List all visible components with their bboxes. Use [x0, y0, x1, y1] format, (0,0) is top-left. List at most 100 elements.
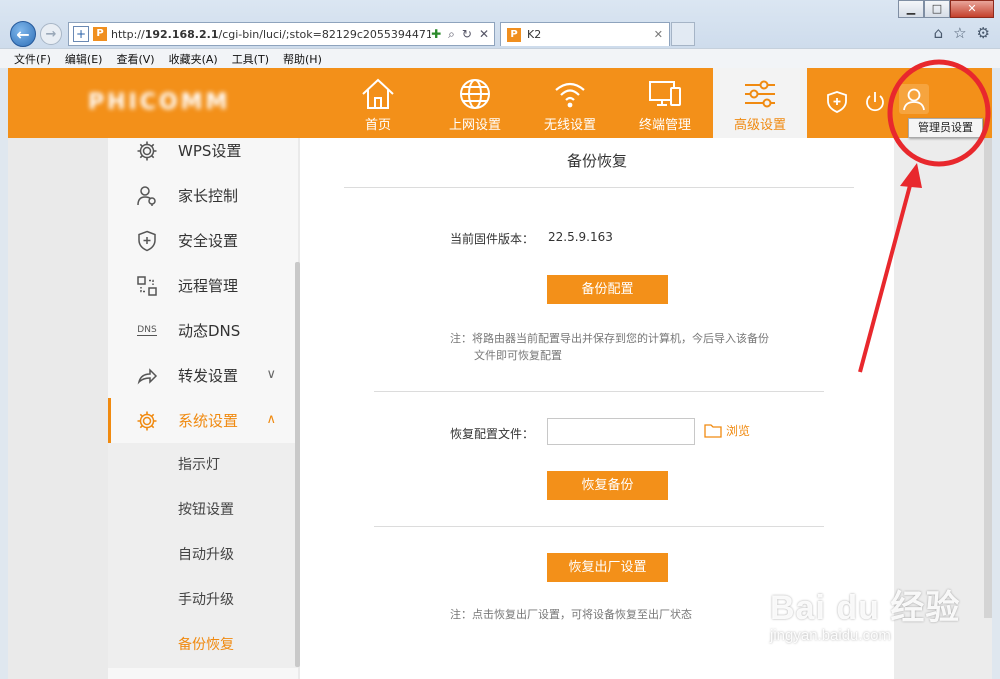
folder-icon: [704, 424, 722, 438]
chevron-down-icon[interactable]: ∨: [266, 367, 276, 382]
restore-file-input[interactable]: [547, 418, 695, 445]
address-bar[interactable]: + P http://192.168.2.1/cgi-bin/luci/;sto…: [68, 22, 495, 46]
firmware-version: 22.5.9.163: [548, 230, 613, 244]
watermark: Bai du 经验 jingyan.baidu.com: [770, 580, 960, 644]
nav-home-label: 首页: [364, 118, 391, 133]
remote-icon: [136, 275, 158, 297]
sidebar-item-label: 家长控制: [178, 187, 239, 205]
system-gear-icon: [136, 410, 158, 432]
sidebar-item-parental[interactable]: 家长控制: [108, 173, 298, 218]
home-page-icon[interactable]: ⌂: [934, 24, 944, 42]
power-icon[interactable]: [863, 90, 887, 114]
url-host: 192.168.2.1: [144, 27, 219, 41]
browser-chrome: ▁ □ ✕ ← → + P http://192.168.2.1/cgi-bin…: [0, 0, 1000, 68]
sidebar-sub-manual-upgrade[interactable]: 手动升级: [108, 578, 298, 623]
nav-wireless[interactable]: 无线设置: [523, 68, 617, 138]
forward-icon: [136, 365, 158, 387]
backup-note-line-1: 注：将路由器当前配置导出并保存到您的计算机，今后导入该备份: [450, 332, 769, 345]
menu-favorites[interactable]: 收藏夹(A): [169, 51, 218, 67]
sidebar-sub-indicator[interactable]: 指示灯: [108, 443, 298, 488]
chevron-up-icon[interactable]: ∧: [266, 412, 276, 427]
home-icon: [362, 78, 394, 109]
backup-note: 注：将路由器当前配置导出并保存到您的计算机，今后导入该备份 文件即可恢复配置: [450, 330, 830, 364]
nav-advanced-label: 高级设置: [733, 118, 786, 133]
menu-file[interactable]: 文件(F): [14, 51, 51, 67]
backup-note-line-2: 文件即可恢复配置: [474, 349, 562, 362]
admin-settings-button[interactable]: [899, 84, 929, 114]
sidebar-item-label: 远程管理: [178, 277, 239, 295]
tab-close-icon[interactable]: ✕: [654, 28, 663, 41]
maximize-button[interactable]: □: [924, 0, 950, 18]
sidebar-item-label: 安全设置: [178, 232, 239, 250]
browse-label: 浏览: [726, 424, 751, 438]
nav-advanced[interactable]: 高级设置: [713, 68, 807, 138]
firmware-label: 当前固件版本：: [450, 232, 535, 246]
tab-k2[interactable]: P K2 ✕: [500, 22, 670, 46]
page-title: 备份恢复: [566, 152, 627, 170]
parent-icon: [136, 185, 158, 207]
backup-config-button[interactable]: 备份配置: [547, 275, 668, 304]
search-icon[interactable]: ⌕: [448, 27, 455, 42]
settings-gear-icon[interactable]: ⚙: [977, 24, 990, 42]
sidebar-sub-auto-upgrade[interactable]: 自动升级: [108, 533, 298, 578]
nav-internet[interactable]: 上网设置: [428, 68, 522, 138]
devices-icon: [649, 81, 681, 106]
minimize-button[interactable]: ▁: [898, 0, 924, 18]
divider: [374, 526, 824, 527]
watermark-main: Bai du 经验: [770, 589, 961, 627]
nav-devices[interactable]: 终端管理: [618, 68, 712, 138]
gear-icon: [136, 140, 158, 162]
sidebar-item-forward[interactable]: 转发设置 ∨: [108, 353, 298, 398]
forward-button[interactable]: →: [40, 23, 62, 45]
sidebar-sub-backup[interactable]: 备份恢复: [108, 623, 298, 668]
tab-title: K2: [527, 28, 542, 41]
user-icon: [903, 88, 925, 111]
menu-tools[interactable]: 工具(T): [232, 51, 269, 67]
admin-tooltip: 管理员设置: [908, 118, 983, 138]
tab-favicon-icon: P: [507, 27, 521, 42]
url-prefix: http://: [111, 27, 145, 41]
browser-tools: ⌂ ☆ ⚙: [934, 24, 990, 42]
close-button[interactable]: ✕: [950, 0, 994, 18]
refresh-icon[interactable]: ↻: [462, 27, 472, 42]
sidebar-sub-buttons[interactable]: 按钮设置: [108, 488, 298, 533]
shield-plus-icon[interactable]: [825, 90, 849, 114]
nav-wireless-label: 无线设置: [543, 118, 596, 133]
stop-icon[interactable]: ✕: [479, 27, 489, 42]
watermark-sub: jingyan.baidu.com: [770, 627, 891, 644]
globe-icon: [460, 79, 490, 109]
dns-icon-text: DNS: [137, 325, 157, 336]
site-favicon-icon: P: [93, 27, 107, 41]
shield-icon: [136, 230, 158, 252]
sidebar-item-label: 系统设置: [178, 412, 239, 430]
url-path: /cgi-bin/luci/;stok=82129c20553944717f: [218, 27, 432, 41]
page-scrollbar[interactable]: [984, 138, 992, 618]
favorites-star-icon[interactable]: ☆: [953, 24, 966, 42]
sidebar-item-ddns[interactable]: DNS 动态DNS: [108, 308, 298, 353]
dns-icon: DNS: [136, 320, 158, 342]
back-button[interactable]: ←: [10, 21, 36, 47]
new-tab-button[interactable]: [671, 22, 695, 46]
factory-reset-button[interactable]: 恢复出厂设置: [547, 553, 668, 582]
security-icon[interactable]: ✚: [431, 27, 441, 42]
sidebar-item-label: 动态DNS: [178, 322, 241, 340]
address-tools: ✚ ⌕ ↻ ✕: [431, 27, 494, 42]
menu-help[interactable]: 帮助(H): [283, 51, 322, 67]
compat-icon[interactable]: +: [73, 26, 89, 42]
menu-view[interactable]: 查看(V): [116, 51, 154, 67]
divider: [344, 187, 854, 188]
restore-file-label: 恢复配置文件：: [450, 427, 535, 441]
sidebar-item-remote[interactable]: 远程管理: [108, 263, 298, 308]
menu-edit[interactable]: 编辑(E): [65, 51, 103, 67]
sidebar-item-system[interactable]: 系统设置 ∧: [108, 398, 298, 443]
sidebar-item-wps[interactable]: WPS设置: [108, 128, 298, 173]
brand-logo: PHICOMM: [88, 90, 231, 115]
sliders-icon: [745, 80, 775, 108]
nav-internet-label: 上网设置: [448, 118, 501, 133]
nav-home[interactable]: 首页: [331, 68, 425, 138]
browse-button[interactable]: 浏览: [704, 422, 750, 439]
restore-backup-button[interactable]: 恢复备份: [547, 471, 668, 500]
divider: [374, 391, 824, 392]
sidebar-item-security[interactable]: 安全设置: [108, 218, 298, 263]
address-url[interactable]: http://192.168.2.1/cgi-bin/luci/;stok=82…: [111, 28, 431, 41]
